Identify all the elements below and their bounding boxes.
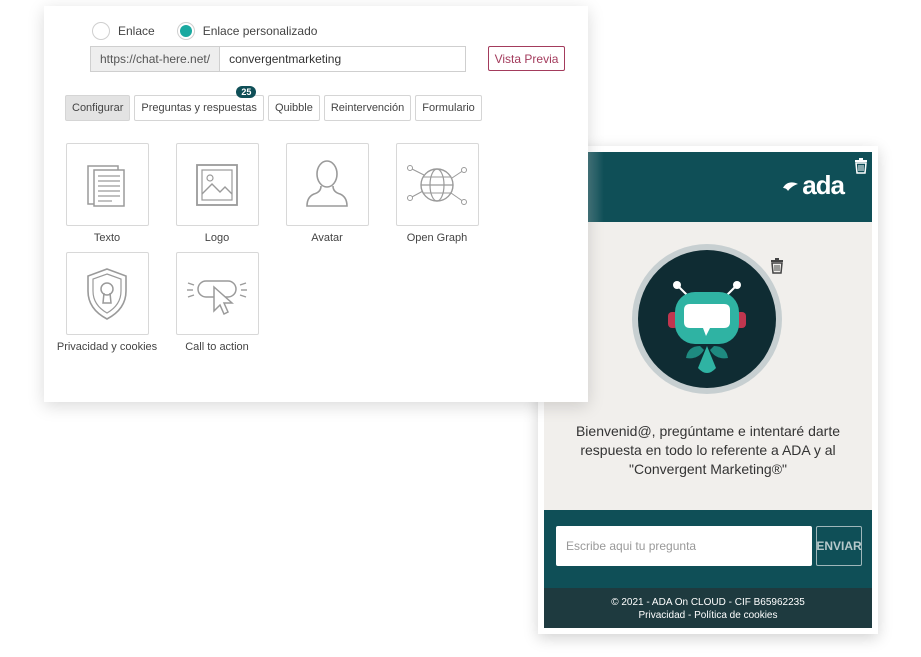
tile-avatar[interactable]: Avatar [272,143,382,245]
tab-preguntas[interactable]: Preguntas y respuestas 25 [134,86,264,121]
tab-reintervencion[interactable]: Reintervención [323,95,412,121]
shield-lock-icon [87,267,127,320]
tile-call-to-action[interactable]: Call to action [162,252,272,354]
radio-button[interactable] [92,22,110,40]
image-icon [196,163,238,206]
ada-logo: ada [782,170,845,201]
trash-icon[interactable] [854,158,868,179]
tile-privacidad[interactable]: Privacidad y cookies [52,252,162,354]
count-badge: 25 [236,86,257,98]
tile-texto[interactable]: Texto [52,143,162,245]
footer-links[interactable]: Privacidad - Política de cookies [544,609,872,622]
tile-logo[interactable]: Logo [162,143,272,245]
bot-avatar [632,244,782,394]
welcome-message: Bienvenid@, pregúntame e intentaré darte… [575,423,841,477]
tab-quibble[interactable]: Quibble [267,95,320,121]
globe-network-icon [407,164,467,205]
chat-input-bar: Escribe aqui tu pregunta ENVIAR [544,510,872,588]
cursor-click-icon [187,279,247,315]
chat-widget: ada Bienvenid@, pregúntame e intentaré d… [544,152,872,628]
avatar-icon [306,159,348,207]
tab-configurar[interactable]: Configurar [65,95,131,121]
custom-url-field: https://chat-here.net/ convergentmarketi… [90,46,467,72]
leaf-icon [783,181,799,191]
url-prefix: https://chat-here.net/ [90,46,220,72]
avatar-trash-icon[interactable] [770,258,784,279]
preview-button[interactable]: Vista Previa [488,46,565,71]
document-icon [87,164,125,207]
radio-enlace[interactable]: Enlace [92,22,155,40]
tab-formulario[interactable]: Formulario [415,95,482,121]
radio-button-selected[interactable] [176,22,195,40]
robot-icon [668,281,746,373]
chat-header: ada [544,152,872,222]
config-tabs: Configurar Preguntas y respuestas 25 Qui… [65,86,486,121]
footer-copyright: © 2021 - ADA On CLOUD - CIF B65962235 [611,597,805,608]
send-button[interactable]: ENVIAR [816,526,862,566]
chat-preview-panel: ada Bienvenid@, pregúntame e intentaré d… [538,146,878,634]
radio-enlace-personalizado[interactable]: Enlace personalizado [176,22,317,40]
tile-open-graph[interactable]: Open Graph [382,143,492,245]
link-type-options: Enlace Enlace personalizado [92,22,339,40]
chat-footer: © 2021 - ADA On CLOUD - CIF B65962235 Pr… [544,588,872,628]
url-slug-input[interactable]: convergentmarketing [219,46,467,72]
chat-config-panel: Enlace Enlace personalizado https://chat… [44,6,588,402]
question-input[interactable]: Escribe aqui tu pregunta [556,526,812,566]
